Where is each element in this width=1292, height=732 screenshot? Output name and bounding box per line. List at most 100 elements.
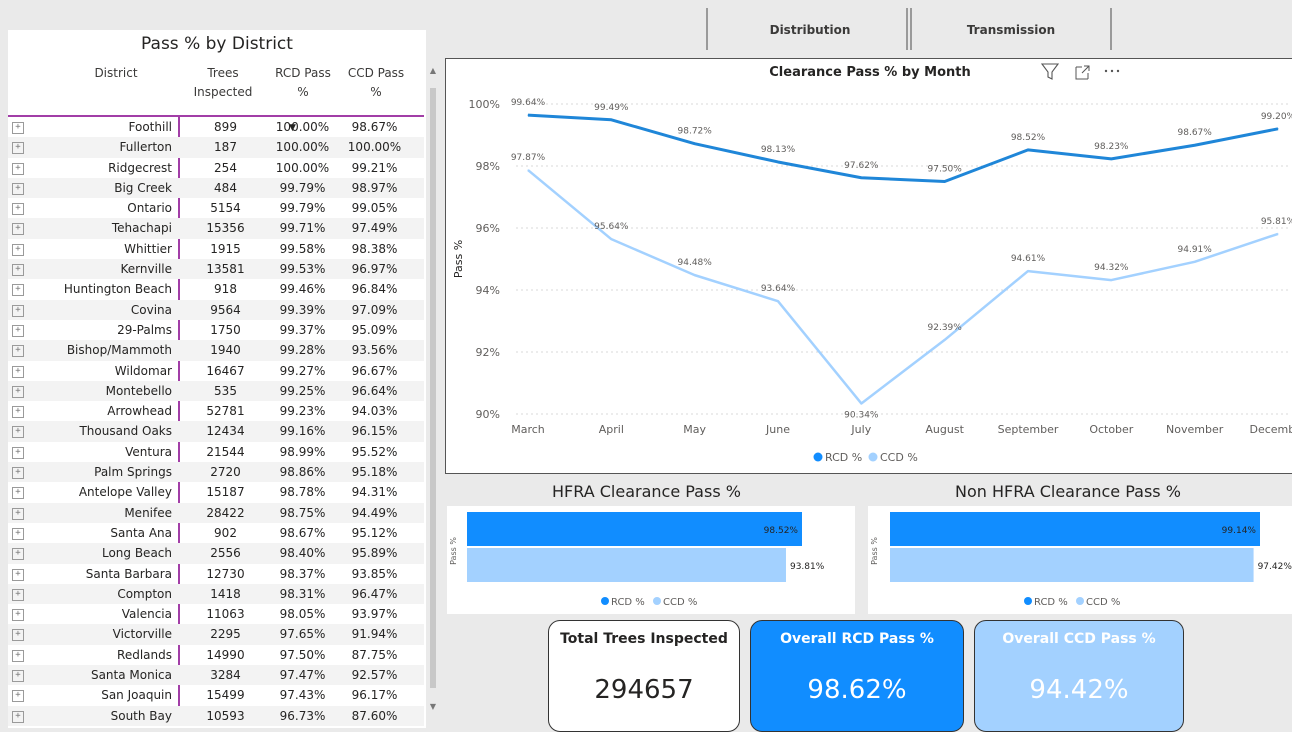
expand-row-icon[interactable]: +: [12, 609, 24, 622]
hfra-bar-chart[interactable]: Pass % 98.52% 93.81% RCD % CCD %: [447, 506, 855, 614]
table-row[interactable]: + Antelope Valley 15187 98.78% 94.31%: [8, 482, 424, 502]
expand-row-icon[interactable]: +: [12, 548, 24, 561]
table-row[interactable]: + Valencia 11063 98.05% 93.97%: [8, 604, 424, 624]
expand-row-icon[interactable]: +: [12, 690, 24, 703]
expand-row-icon[interactable]: +: [12, 507, 24, 520]
ccd-point[interactable]: [1110, 279, 1112, 281]
rcd-point[interactable]: [527, 114, 529, 116]
expand-row-icon[interactable]: +: [12, 568, 24, 581]
table-row[interactable]: + Ridgecrest 254 100.00% 99.21%: [8, 158, 424, 178]
expand-row-icon[interactable]: +: [12, 142, 24, 155]
legend-rcd-label[interactable]: RCD %: [1034, 597, 1068, 608]
expand-row-icon[interactable]: +: [12, 284, 24, 297]
expand-row-icon[interactable]: +: [12, 426, 24, 439]
table-row[interactable]: + Wildomar 16467 99.27% 96.67%: [8, 361, 424, 381]
column-header-rcd[interactable]: RCD Pass %: [270, 64, 336, 102]
table-row[interactable]: + San Joaquin 15499 97.43% 96.17%: [8, 685, 424, 705]
table-row[interactable]: + Big Creek 484 99.79% 98.97%: [8, 177, 424, 199]
table-row[interactable]: + South Bay 10593 96.73% 87.60%: [8, 705, 424, 726]
table-row[interactable]: + Kernville 13581 99.53% 96.97%: [8, 259, 424, 280]
table-row[interactable]: + Ventura 21544 98.99% 95.52%: [8, 442, 424, 462]
ccd-point[interactable]: [610, 238, 612, 240]
expand-row-icon[interactable]: +: [12, 203, 24, 216]
legend-ccd-label[interactable]: CCD %: [1086, 597, 1120, 608]
column-header-trees[interactable]: Trees Inspected: [188, 64, 258, 102]
ccd-point[interactable]: [1277, 233, 1279, 235]
table-row[interactable]: + Santa Monica 3284 97.47% 92.57%: [8, 665, 424, 686]
expand-row-icon[interactable]: +: [12, 629, 24, 642]
legend-ccd-label[interactable]: CCD %: [880, 451, 918, 464]
expand-row-icon[interactable]: +: [12, 223, 24, 236]
ccd-point[interactable]: [1027, 270, 1029, 272]
column-header-ccd[interactable]: CCD Pass %: [346, 64, 406, 102]
table-row[interactable]: +29-Palms 1750 99.37% 95.09%: [8, 320, 424, 340]
ccd-point[interactable]: [1194, 261, 1196, 263]
table-row[interactable]: + Foothill 899 100.00% 98.67%: [8, 117, 424, 137]
rcd-point[interactable]: [860, 177, 862, 179]
table-row[interactable]: + Palm Springs 2720 98.86% 95.18%: [8, 462, 424, 483]
legend-ccd-label[interactable]: CCD %: [663, 597, 697, 608]
legend-rcd-label[interactable]: RCD %: [825, 451, 862, 464]
expand-row-icon[interactable]: +: [12, 385, 24, 398]
expand-row-icon[interactable]: +: [12, 345, 24, 358]
table-row[interactable]: + Long Beach 2556 98.40% 95.89%: [8, 543, 424, 564]
table-row[interactable]: + Tehachapi 15356 99.71% 97.49%: [8, 218, 424, 239]
rcd-bar[interactable]: [467, 512, 802, 546]
table-row[interactable]: + Thousand Oaks 12434 99.16% 96.15%: [8, 421, 424, 442]
ccd-bar[interactable]: [890, 548, 1254, 582]
rcd-point[interactable]: [610, 119, 612, 121]
expand-row-icon[interactable]: +: [12, 324, 24, 337]
table-row[interactable]: + Menifee 28422 98.75% 94.49%: [8, 502, 424, 523]
rcd-bar[interactable]: [890, 512, 1260, 546]
expand-row-icon[interactable]: +: [12, 527, 24, 540]
table-scrollbar[interactable]: ▲ ▼: [428, 66, 438, 716]
table-row[interactable]: + Whittier 1915 99.58% 98.38%: [8, 239, 424, 259]
table-row[interactable]: + Covina 9564 99.39% 97.09%: [8, 299, 424, 320]
table-row[interactable]: + Fullerton 187 100.00% 100.00%: [8, 137, 424, 158]
non-hfra-bar-chart[interactable]: Pass % 99.14% 97.42% RCD % CCD %: [868, 506, 1292, 614]
expand-row-icon[interactable]: +: [12, 264, 24, 277]
rcd-point[interactable]: [1110, 158, 1112, 160]
table-row[interactable]: + Arrowhead 52781 99.23% 94.03%: [8, 401, 424, 421]
expand-row-icon[interactable]: +: [12, 406, 24, 419]
expand-row-icon[interactable]: +: [12, 487, 24, 500]
column-header-district[interactable]: District: [66, 64, 166, 83]
table-row[interactable]: + Montebello 535 99.25% 96.64%: [8, 380, 424, 402]
table-row[interactable]: + Victorville 2295 97.65% 91.94%: [8, 624, 424, 645]
tab-distribution[interactable]: Distribution: [712, 12, 908, 48]
expand-row-icon[interactable]: +: [12, 670, 24, 683]
more-options-icon[interactable]: [1104, 69, 1120, 73]
scroll-down-icon[interactable]: ▼: [428, 702, 438, 711]
focus-mode-icon[interactable]: [1075, 65, 1090, 80]
rcd-point[interactable]: [944, 181, 946, 182]
ccd-bar[interactable]: [467, 548, 786, 582]
expand-row-icon[interactable]: +: [12, 365, 24, 378]
scroll-up-icon[interactable]: ▲: [428, 66, 438, 75]
rcd-point[interactable]: [777, 161, 779, 163]
ccd-point[interactable]: [777, 300, 779, 302]
rcd-series-line[interactable]: [527, 113, 1279, 183]
expand-row-icon[interactable]: +: [12, 162, 24, 175]
legend-rcd-label[interactable]: RCD %: [611, 597, 645, 608]
expand-row-icon[interactable]: +: [12, 182, 24, 195]
rcd-point[interactable]: [1277, 128, 1279, 130]
tab-transmission[interactable]: Transmission: [914, 12, 1108, 48]
table-row[interactable]: + Huntington Beach 918 99.46% 96.84%: [8, 279, 424, 299]
table-row[interactable]: + Compton 1418 98.31% 96.47%: [8, 583, 424, 605]
expand-row-icon[interactable]: +: [12, 467, 24, 480]
table-row[interactable]: + Santa Ana 902 98.67% 95.12%: [8, 523, 424, 543]
ccd-point[interactable]: [527, 169, 529, 171]
scroll-thumb[interactable]: [430, 88, 436, 688]
monthly-line-chart[interactable]: Clearance Pass % by Month Pass % 90% 92% 94%…: [445, 58, 1292, 474]
table-row[interactable]: + Santa Barbara 12730 98.37% 93.85%: [8, 564, 424, 584]
rcd-point[interactable]: [1194, 144, 1196, 146]
ccd-point[interactable]: [694, 274, 696, 276]
table-row[interactable]: + Redlands 14990 97.50% 87.75%: [8, 645, 424, 665]
table-row[interactable]: + Bishop/Mammoth 1940 99.28% 93.56%: [8, 340, 424, 361]
filter-icon[interactable]: [1040, 63, 1060, 80]
expand-row-icon[interactable]: +: [12, 304, 24, 317]
rcd-point[interactable]: [1027, 149, 1029, 151]
expand-row-icon[interactable]: +: [12, 588, 24, 601]
ccd-point[interactable]: [944, 339, 946, 341]
table-row[interactable]: + Ontario 5154 99.79% 99.05%: [8, 198, 424, 218]
